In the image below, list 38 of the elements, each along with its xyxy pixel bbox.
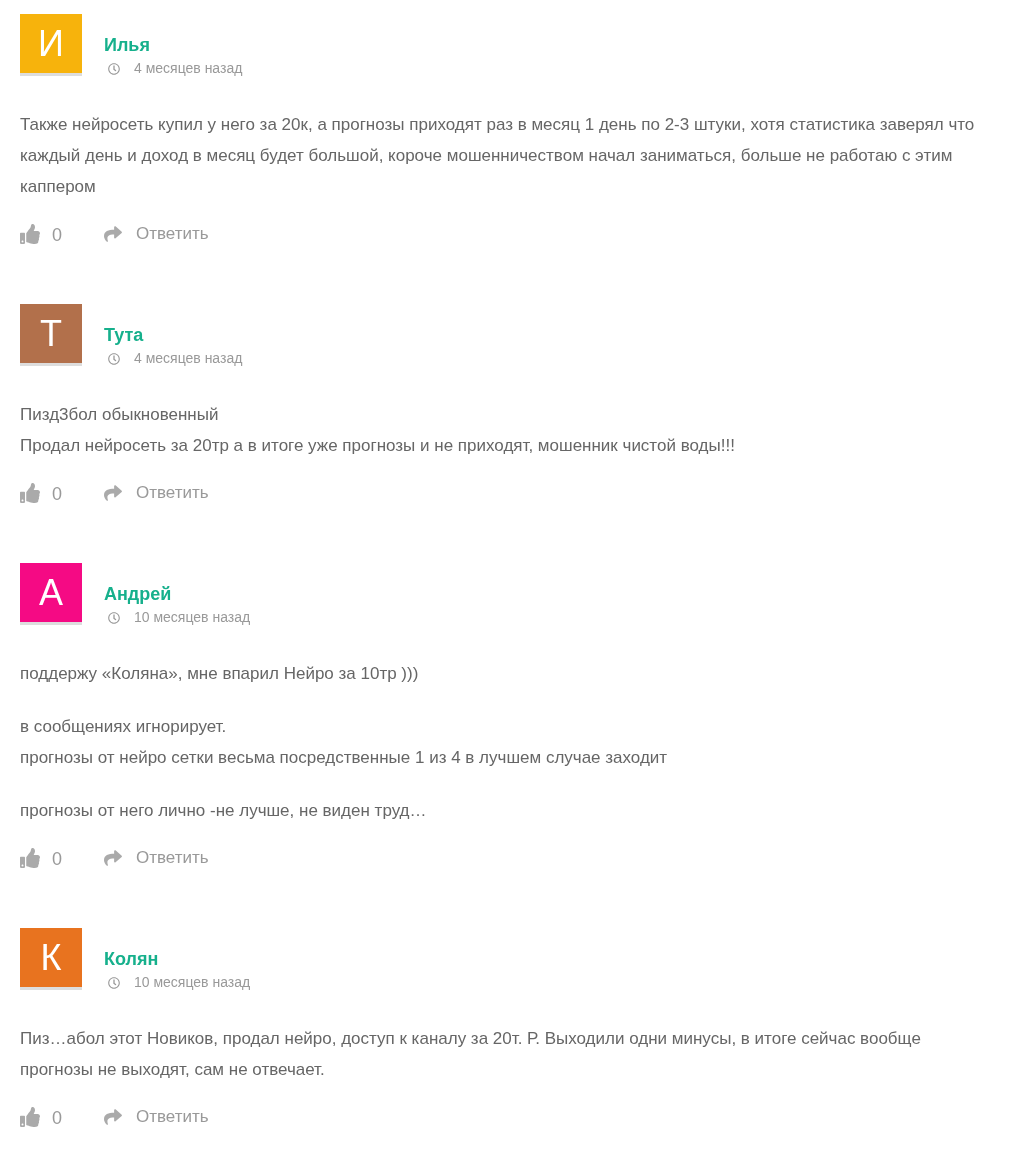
comment-text: Пизд3бол обыкновенный Продал нейросеть за 20тр а в итоге уже прогнозы и не приходят, мошенник чистой воды!!! [20, 404, 736, 457]
comment-time: 10 месяцев назад [134, 973, 251, 992]
clock-icon [108, 62, 120, 75]
clock-icon [108, 611, 120, 624]
avatar: Т [20, 304, 82, 366]
avatar: И [20, 14, 82, 76]
thumbs-up-icon [20, 224, 40, 244]
thumbs-up-icon [20, 483, 40, 503]
reply-button[interactable]: Ответить [102, 480, 209, 506]
thumbs-up-icon [20, 848, 40, 868]
clock-icon [108, 352, 120, 365]
comment-text: поддержу «Коляна», мне впарил Нейро за 10тр ))) [20, 663, 420, 685]
reply-arrow-icon [102, 484, 124, 502]
comment-text: Также нейросеть купил у него за 20к, а прогнозы приходят раз в месяц 1 день по 2-3 штуки, хотя статистика заверял что каждый день и доход в месяц будет большой, короче мошенничеством начал заниматься, больше не работаю с этим каппером [20, 114, 976, 198]
comment-text: Пиз…абол этот Новиков, продал нейро, доступ к каналу за 20т. Р. Выходили одни минусы, в итоге сейчас вообще прогнозы не выходят, сам не отвечает. [20, 1028, 922, 1081]
comment-text: в сообщениях игнорирует. прогнозы от нейро сетки весьма посредственные 1 из 4 в лучшем случае заходит [20, 716, 669, 769]
comment-text: прогнозы от него лично -не лучше, не виден труд… [20, 800, 428, 822]
like-button[interactable]: 0 [20, 478, 62, 508]
reply-button[interactable]: Ответить [102, 1104, 209, 1130]
like-button[interactable]: 0 [20, 843, 62, 873]
comment-time: 4 месяцев назад [134, 349, 243, 368]
author-name[interactable]: Тута [104, 324, 243, 346]
like-button[interactable]: 0 [20, 1102, 62, 1132]
avatar: К [20, 928, 82, 990]
comment-time: 10 месяцев назад [134, 608, 251, 627]
author-name[interactable]: Колян [104, 948, 251, 970]
reply-button[interactable]: Ответить [102, 221, 209, 247]
reply-arrow-icon [102, 1108, 124, 1126]
reply-button[interactable]: Ответить [102, 845, 209, 871]
avatar: А [20, 563, 82, 625]
comment-time: 4 месяцев назад [134, 59, 243, 78]
reply-arrow-icon [102, 225, 124, 243]
clock-icon [108, 976, 120, 989]
reply-arrow-icon [102, 849, 124, 867]
like-button[interactable]: 0 [20, 219, 62, 249]
author-name[interactable]: Илья [104, 34, 243, 56]
thumbs-up-icon [20, 1107, 40, 1127]
author-name[interactable]: Андрей [104, 583, 251, 605]
